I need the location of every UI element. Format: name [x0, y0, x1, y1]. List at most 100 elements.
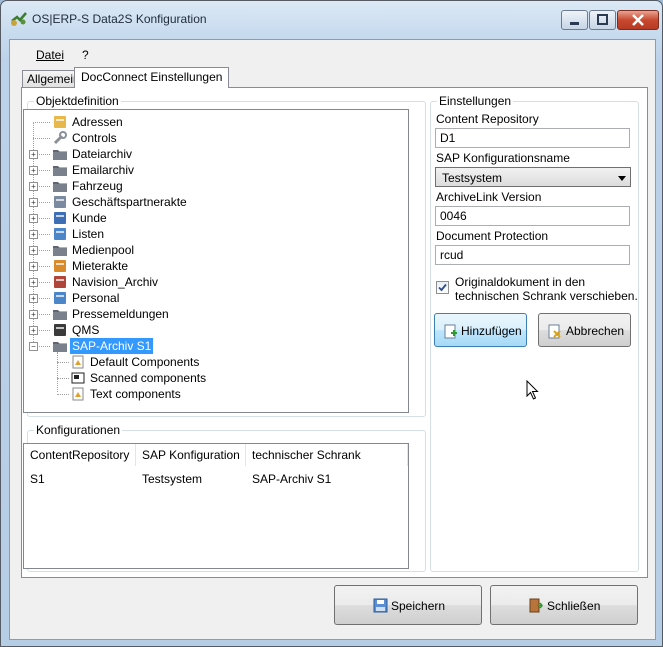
sap-konfigurationsname-value: Testsystem [442, 171, 503, 185]
tree-node-label: Text components [90, 387, 181, 401]
column-header-technischer-schrank[interactable]: technischer Schrank [246, 444, 408, 466]
expand-icon[interactable]: + [29, 246, 38, 255]
tree-node-label: Dateiarchiv [72, 147, 133, 161]
table-row[interactable]: S1 Testsystem SAP-Archiv S1 [24, 471, 408, 487]
speichern-button[interactable]: Speichern [334, 585, 482, 625]
expand-icon[interactable]: + [29, 166, 38, 175]
expand-icon[interactable]: + [29, 262, 38, 271]
expand-icon[interactable]: + [29, 214, 38, 223]
column-header-filler [408, 444, 409, 466]
document-protection-field[interactable]: rcud [435, 245, 630, 265]
cancel-document-icon [548, 324, 561, 339]
collapse-icon[interactable]: − [29, 342, 38, 351]
tree-node[interactable]: + Kunde [24, 210, 404, 226]
tree-node[interactable]: + Fahrzeug [24, 178, 404, 194]
tree-node[interactable]: + Pressemeldungen [24, 306, 404, 322]
tree-node[interactable]: + Dateiarchiv [24, 146, 404, 162]
tree-node[interactable]: + Emailarchiv [24, 162, 404, 178]
tree-node[interactable]: + Mieterakte [24, 258, 404, 274]
tree-node-label: Adressen [72, 115, 123, 129]
client-area: Datei ? Allgemein DocConnect Einstellung… [9, 39, 656, 640]
minimize-icon [570, 22, 579, 25]
tree-node[interactable]: + Medienpool [24, 242, 404, 258]
folder-icon [53, 310, 67, 320]
menu-help[interactable]: ? [82, 48, 89, 62]
tree-connector [57, 362, 69, 363]
sap-konfigurationsname-select[interactable]: Testsystem [435, 167, 631, 187]
expand-icon[interactable]: + [29, 310, 38, 319]
expand-icon[interactable]: + [29, 198, 38, 207]
tree-node-label: Geschäftspartnerakte [72, 195, 187, 209]
tree-connector [33, 122, 50, 123]
column-header-sap-konfiguration[interactable]: SAP Konfiguration [136, 444, 246, 466]
tab-strip: Allgemein DocConnect Einstellungen [10, 66, 655, 88]
tree-node-label: SAP-Archiv S1 [70, 338, 154, 354]
component-icon [72, 387, 84, 401]
tree-node[interactable]: + Geschäftspartnerakte [24, 194, 404, 210]
speichern-label: Speichern [391, 599, 446, 613]
column-header-contentrepository[interactable]: ContentRepository [24, 444, 136, 466]
content-repository-field[interactable]: D1 [435, 128, 630, 148]
document-pen-icon [54, 196, 66, 208]
konfigurationen-list[interactable]: ContentRepository SAP Konfiguration tech… [23, 443, 409, 569]
hinzufuegen-button[interactable]: Hinzufügen [434, 313, 527, 347]
hinzufuegen-label: Hinzufügen [461, 324, 522, 338]
tree-node[interactable]: Controls [24, 130, 404, 146]
expand-icon[interactable]: + [29, 278, 38, 287]
expand-icon[interactable]: + [29, 150, 38, 159]
originaldokument-checkbox[interactable] [436, 281, 449, 294]
minimize-button[interactable] [561, 10, 588, 30]
list-icon [54, 228, 66, 240]
chevron-down-icon [618, 176, 626, 181]
expand-icon[interactable]: + [29, 182, 38, 191]
maximize-button[interactable] [589, 10, 616, 30]
tree-node[interactable]: Adressen [24, 114, 404, 130]
tree-node-label: Kunde [72, 211, 107, 225]
save-icon [373, 598, 388, 613]
tree-node[interactable]: + Personal [24, 290, 404, 306]
close-window-button[interactable] [617, 10, 659, 30]
scanner-icon [71, 372, 85, 384]
application-window: OS|ERP-S Data2S Konfiguration Datei ? Al… [0, 0, 663, 647]
folder-icon [53, 182, 67, 192]
tree-connector [57, 378, 69, 379]
tree-node[interactable]: − SAP-Archiv S1 [24, 338, 404, 354]
tree-child-node[interactable]: Default Components [24, 354, 404, 370]
konfigurationen-title: Konfigurationen [34, 423, 123, 437]
tree-child-node[interactable]: Scanned components [24, 370, 404, 386]
checkbox-label-line1: Originaldokument in den [455, 275, 586, 289]
abbrechen-button[interactable]: Abbrechen [538, 313, 631, 347]
objektdefinition-tree[interactable]: Adressen Controls + Dateiarchiv + Emailarchiv… [23, 109, 409, 413]
title-bar[interactable]: OS|ERP-S Data2S Konfiguration [1, 1, 662, 37]
objektdefinition-title: Objektdefinition [34, 94, 121, 108]
tree-node[interactable]: + Navision_Archiv [24, 274, 404, 290]
abbrechen-label: Abbrechen [566, 324, 625, 338]
tree-node[interactable]: + QMS [24, 322, 404, 338]
tree-node[interactable]: + Listen [24, 226, 404, 242]
person-card-icon [54, 292, 66, 304]
tab-docconnect-einstellungen[interactable]: DocConnect Einstellungen [74, 67, 230, 88]
tree-node-label: Pressemeldungen [72, 307, 169, 321]
archivelink-version-field[interactable]: 0046 [435, 206, 630, 226]
tree-node-label: Medienpool [72, 243, 135, 257]
tree-node-label: Personal [72, 291, 120, 305]
maximize-icon [597, 14, 608, 25]
checkbox-label-line2: technischen Schrank verschieben. [455, 289, 638, 303]
customer-icon [54, 212, 66, 224]
tree-node-label: Scanned components [90, 371, 207, 385]
folder-icon [53, 246, 67, 256]
content-repository-label: Content Repository [436, 112, 539, 126]
qms-icon [54, 324, 66, 336]
schliessen-button[interactable]: Schließen [490, 585, 638, 625]
tree-node-label: Emailarchiv [72, 163, 135, 177]
table-cell: S1 [30, 472, 45, 486]
document-protection-label: Document Protection [436, 229, 549, 243]
menu-datei[interactable]: Datei [36, 48, 64, 62]
table-cell: Testsystem [142, 472, 203, 486]
expand-icon[interactable]: + [29, 294, 38, 303]
expand-icon[interactable]: + [29, 230, 38, 239]
table-cell: SAP-Archiv S1 [252, 472, 332, 486]
expand-icon[interactable]: + [29, 326, 38, 335]
schliessen-label: Schließen [547, 599, 601, 613]
tree-child-node[interactable]: Text components [24, 386, 404, 402]
